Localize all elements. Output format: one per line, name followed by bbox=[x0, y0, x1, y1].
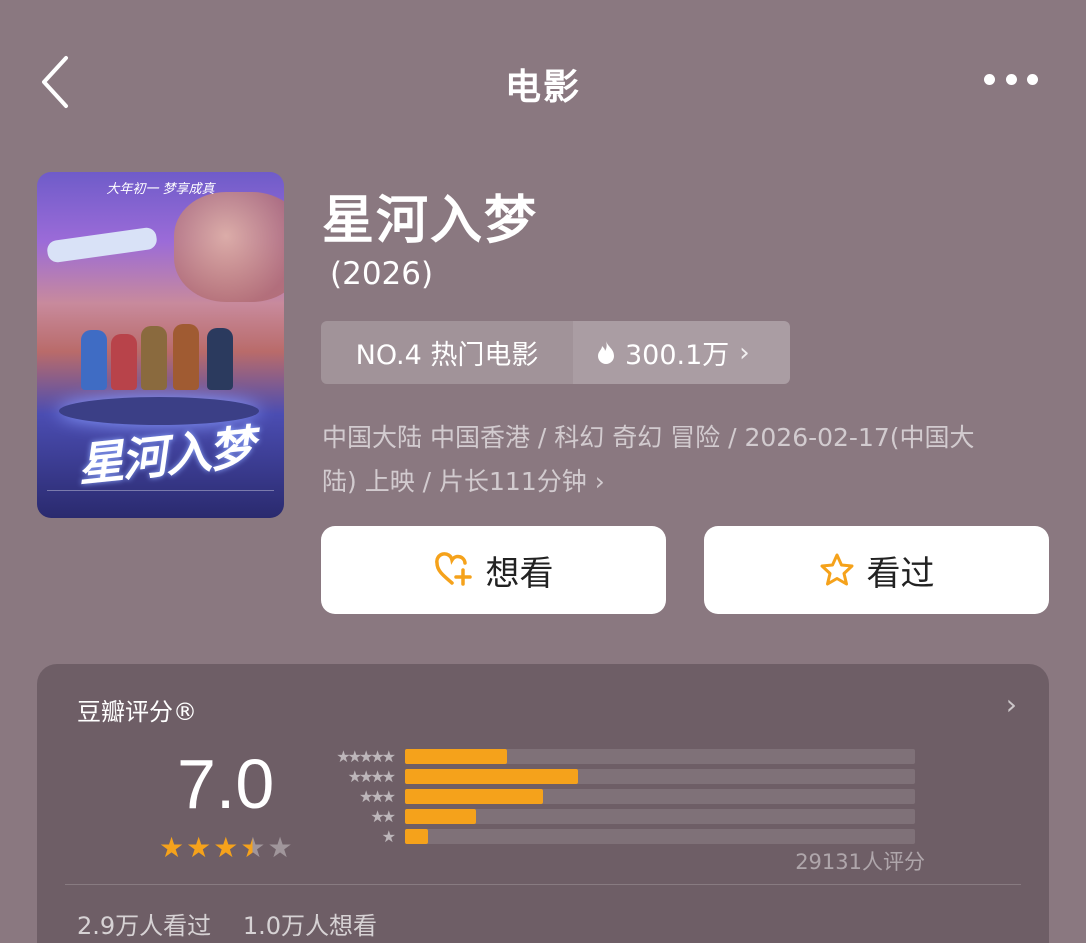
rating-star-icon: ★ bbox=[213, 831, 239, 864]
movie-title: 星河入梦 bbox=[322, 191, 539, 251]
want-count: 1.0万人想看 bbox=[242, 912, 377, 940]
flame-icon bbox=[598, 340, 614, 364]
douban-rating-card[interactable]: 豆瓣评分® › 7.0 ★ ★ ★ ★ ★ ★★★★★ ★★★★ ★★★ ★★ ★ 29131人… bbox=[37, 664, 1049, 943]
want-to-watch-button[interactable]: 想看 bbox=[321, 526, 666, 614]
rating-star-icon: ★ bbox=[267, 831, 293, 864]
rating-bar-track bbox=[405, 828, 915, 844]
rating-bar-stars: ★★★ bbox=[358, 786, 396, 806]
rating-bar-stars: ★★★★★ bbox=[336, 746, 396, 766]
rating-stars: ★ ★ ★ ★ ★ bbox=[159, 834, 293, 862]
heat-value: 300.1万 bbox=[625, 340, 730, 371]
want-label: 想看 bbox=[485, 553, 554, 594]
divider bbox=[65, 884, 1021, 885]
more-options-button[interactable] bbox=[984, 64, 1038, 94]
vote-count: 29131人评分 bbox=[795, 850, 925, 874]
meta-line-1: 中国大陆 中国香港 / 科幻 奇幻 冒险 / 2026-02-17(中国大 bbox=[322, 423, 975, 452]
movie-poster[interactable]: 大年初一 梦享成真 星河入梦 bbox=[37, 172, 284, 518]
rating-source-title: 豆瓣评分® bbox=[77, 698, 197, 726]
rating-bar-fill bbox=[405, 768, 579, 784]
rating-bar-fill bbox=[405, 788, 543, 804]
rating-score: 7.0 bbox=[177, 745, 275, 823]
meta-line-2: 陆) 上映 / 片长111分钟 › bbox=[322, 467, 605, 496]
top-navigation-bar: 电影 bbox=[0, 0, 1086, 160]
heart-plus-icon bbox=[434, 552, 472, 586]
chevron-right-icon: › bbox=[739, 337, 750, 368]
rank-label: NO.4 热门电影 bbox=[321, 321, 573, 384]
rating-bar-track bbox=[405, 788, 915, 804]
rating-bar-row: ★★ bbox=[315, 806, 925, 826]
rating-bar-row: ★ bbox=[315, 826, 925, 846]
rating-bar-row: ★★★★★ bbox=[315, 746, 925, 766]
watch-stats: 2.9万人看过 1.0万人想看 bbox=[77, 906, 401, 941]
star-outline-icon bbox=[820, 553, 853, 586]
ranking-badge[interactable]: NO.4 热门电影 300.1万 › bbox=[321, 321, 790, 384]
movie-year: (2026) bbox=[330, 256, 434, 292]
rating-bar-row: ★★★★ bbox=[315, 766, 925, 786]
poster-title-art: 星河入梦 bbox=[74, 419, 256, 493]
rating-star-icon: ★ bbox=[159, 831, 185, 864]
rating-star-icon: ★ bbox=[186, 831, 212, 864]
rating-bar-stars: ★ bbox=[381, 826, 396, 846]
rating-bar-track bbox=[405, 808, 915, 824]
seen-count: 2.9万人看过 bbox=[77, 912, 212, 940]
rating-bar-fill bbox=[405, 748, 507, 764]
seen-label: 看过 bbox=[866, 553, 935, 594]
heat-score[interactable]: 300.1万 › bbox=[573, 321, 790, 384]
rating-distribution: ★★★★★ ★★★★ ★★★ ★★ ★ bbox=[315, 746, 925, 846]
chevron-right-icon[interactable]: › bbox=[1006, 688, 1017, 721]
rating-bar-fill bbox=[405, 808, 477, 824]
page-title: 电影 bbox=[504, 67, 581, 108]
movie-meta-info[interactable]: 中国大陆 中国香港 / 科幻 奇幻 冒险 / 2026-02-17(中国大 陆)… bbox=[322, 416, 1042, 504]
rating-bar-track bbox=[405, 748, 915, 764]
rating-bar-stars: ★★ bbox=[370, 806, 396, 826]
poster-slogan: 大年初一 梦享成真 bbox=[106, 182, 215, 197]
rating-bar-row: ★★★ bbox=[315, 786, 925, 806]
more-dots-icon bbox=[984, 73, 995, 85]
seen-button[interactable]: 看过 bbox=[704, 526, 1049, 614]
rating-star-icon: ★ bbox=[240, 831, 266, 864]
rating-bar-fill bbox=[405, 828, 428, 844]
rating-bar-stars: ★★★★ bbox=[347, 766, 396, 786]
chevron-right-icon: › bbox=[594, 467, 605, 496]
rating-bar-track bbox=[405, 768, 915, 784]
